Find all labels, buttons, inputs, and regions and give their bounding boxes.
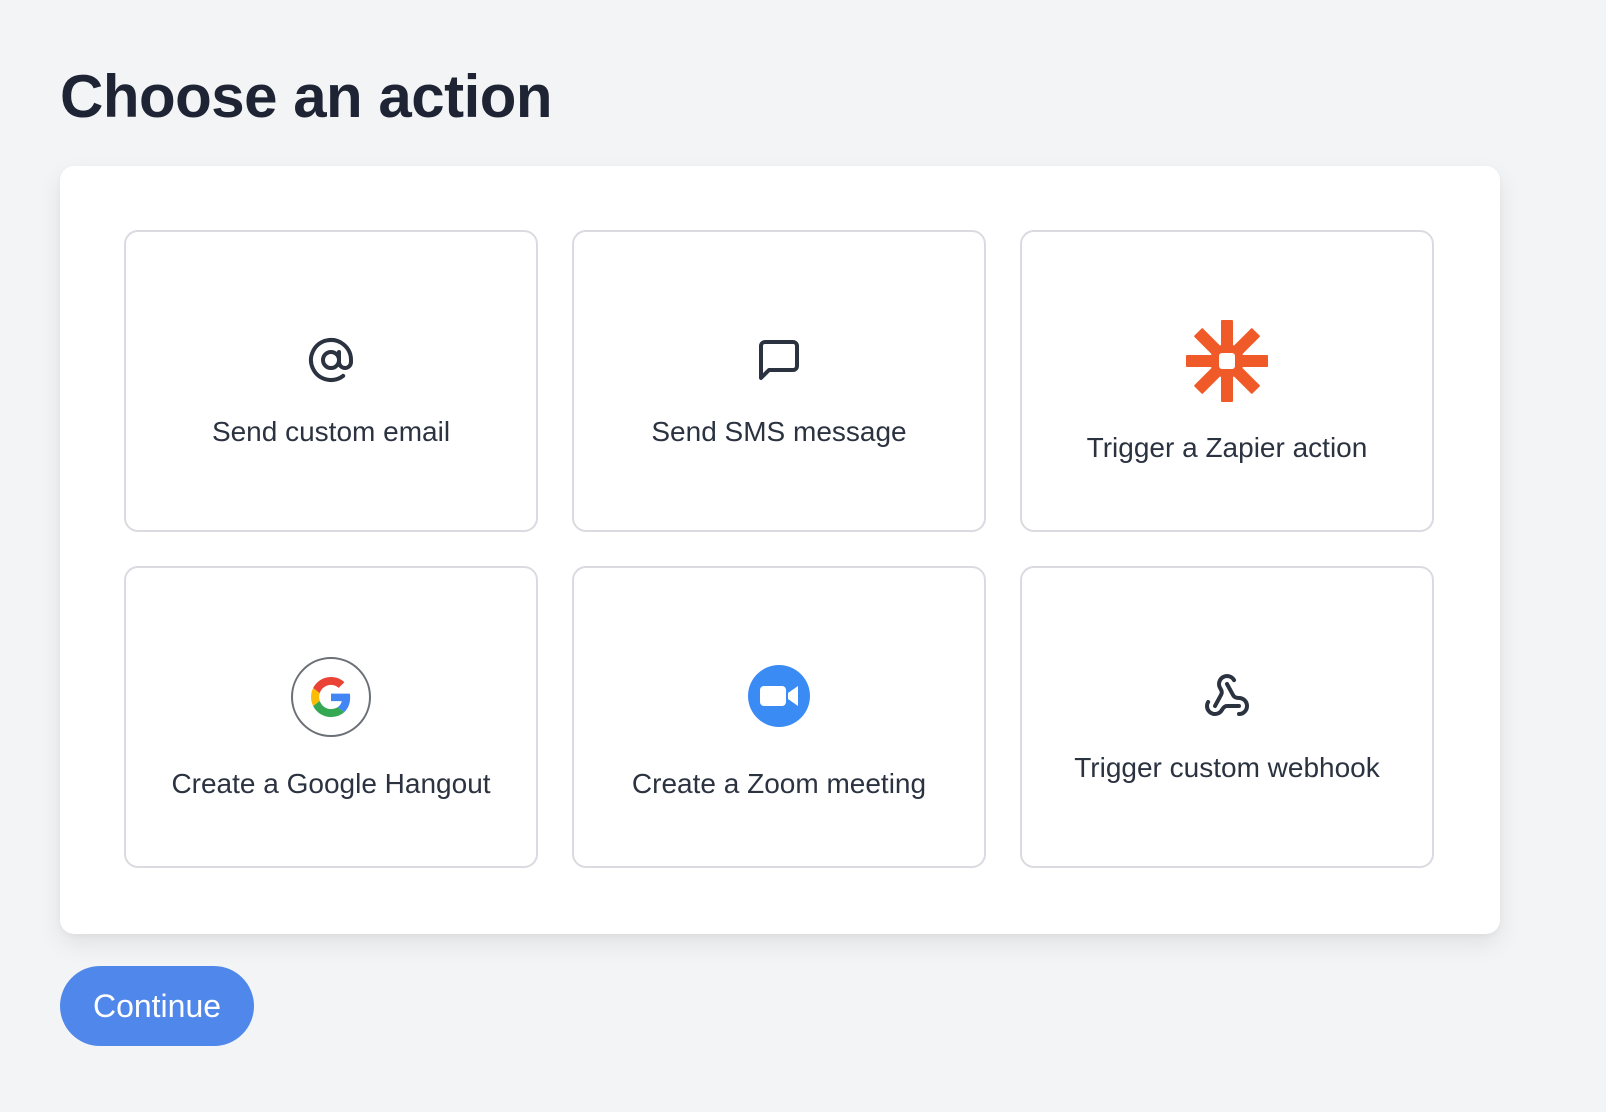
- zoom-logo-icon: [747, 664, 811, 728]
- message-square-icon: [755, 336, 803, 384]
- action-card-trigger-zapier-action[interactable]: Trigger a Zapier action: [1020, 230, 1434, 532]
- google-logo-icon: [290, 656, 372, 738]
- continue-button[interactable]: Continue: [60, 966, 254, 1046]
- action-card-label: Trigger custom webhook: [1074, 752, 1380, 783]
- action-card-label: Send SMS message: [651, 416, 907, 447]
- action-card-send-custom-email[interactable]: Send custom email: [124, 230, 538, 532]
- zapier-logo-icon: [1186, 320, 1268, 402]
- page-title: Choose an action: [60, 63, 553, 130]
- action-card-create-zoom-meeting[interactable]: Create a Zoom meeting: [572, 566, 986, 868]
- action-card-send-sms-message[interactable]: Send SMS message: [572, 230, 986, 532]
- action-options-panel: Send custom email Send SMS message Trigg…: [60, 166, 1500, 934]
- action-card-label: Trigger a Zapier action: [1086, 432, 1368, 463]
- action-card-label: Send custom email: [211, 416, 451, 447]
- action-card-label: Create a Google Hangout: [171, 768, 491, 799]
- webhook-icon: [1203, 672, 1251, 720]
- action-card-label: Create a Zoom meeting: [631, 768, 927, 799]
- action-card-trigger-custom-webhook[interactable]: Trigger custom webhook: [1020, 566, 1434, 868]
- at-sign-icon: [307, 336, 355, 384]
- action-card-create-google-hangout[interactable]: Create a Google Hangout: [124, 566, 538, 868]
